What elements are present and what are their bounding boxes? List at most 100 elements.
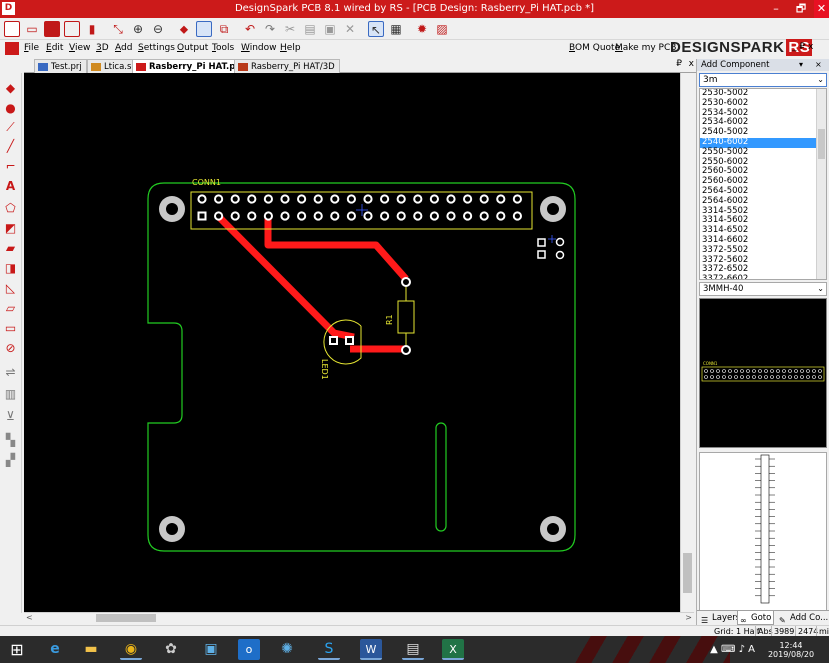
preview-pin: [716, 375, 720, 379]
properties-icon[interactable]: ▦: [388, 21, 404, 37]
add-keepout-icon[interactable]: ⊘: [3, 341, 18, 356]
zoom-fit-icon[interactable]: ⤡: [110, 21, 126, 37]
windows-start-icon[interactable]: ⊞: [6, 639, 28, 660]
add-pad-icon[interactable]: ◨: [3, 261, 18, 276]
panel-close-icon[interactable]: ×: [815, 59, 822, 71]
component-list-scrollbar[interactable]: [816, 89, 826, 279]
tab-layers[interactable]: ☰ Layers: [699, 611, 742, 625]
minimize-button[interactable]: –: [763, 0, 789, 18]
menu-settings[interactable]: Settings: [138, 43, 175, 53]
skype-icon[interactable]: S: [318, 639, 340, 660]
menu-view[interactable]: View: [69, 43, 90, 53]
add-template-icon[interactable]: ▱: [3, 301, 18, 316]
component-search-input[interactable]: 3m ⌄: [699, 73, 827, 87]
add-rectangle-icon[interactable]: ◩: [3, 221, 18, 236]
zoom-in-icon[interactable]: ⊕: [130, 21, 146, 37]
close-file-icon[interactable]: [64, 21, 80, 37]
component-list[interactable]: 2530-5002 2530-6002 2534-5002 2534-6002 2540…: [699, 88, 827, 280]
add-slot-icon[interactable]: ▭: [3, 321, 18, 336]
add-text-icon[interactable]: A: [3, 179, 18, 194]
preview-pin: [704, 375, 708, 379]
add-dimension-icon[interactable]: ⇌: [3, 365, 18, 380]
select-icon[interactable]: ↖: [368, 21, 384, 37]
menu-output[interactable]: Output: [177, 43, 208, 53]
save-icon[interactable]: [44, 21, 60, 37]
tray-icons[interactable]: ▲ ⌨ ♪ A: [710, 644, 755, 655]
outlook-icon[interactable]: o: [238, 639, 260, 660]
add-connection-icon[interactable]: ⌐: [3, 159, 18, 174]
paste-icon[interactable]: ▤: [302, 21, 318, 37]
make-my-pcb-link[interactable]: Make my PCB: [615, 43, 676, 53]
internet-explorer-icon[interactable]: e: [44, 639, 66, 660]
file-explorer-icon[interactable]: ▬: [80, 639, 102, 660]
tab-goto[interactable]: ∞ Goto: [737, 611, 775, 625]
redo-icon[interactable]: ↷: [262, 21, 278, 37]
new-file-icon[interactable]: [4, 21, 20, 37]
canvas-vertical-scrollbar[interactable]: [680, 73, 694, 613]
select-tool-icon[interactable]: ◆: [3, 81, 18, 96]
add-symbol-icon[interactable]: ▞: [3, 453, 18, 468]
clock-time[interactable]: 12:44: [761, 641, 821, 650]
menu-help[interactable]: Help: [280, 43, 301, 53]
scroll-left-icon[interactable]: <: [26, 613, 33, 622]
zoom-out-icon[interactable]: ⊖: [150, 21, 166, 37]
add-area-icon[interactable]: ◺: [3, 281, 18, 296]
print-icon[interactable]: ▮: [84, 21, 100, 37]
header-pin: [429, 211, 439, 221]
add-copper-icon[interactable]: ▰: [3, 241, 18, 256]
document-icon[interactable]: [5, 42, 19, 55]
menu-tools[interactable]: Tools: [212, 43, 234, 53]
menu-add[interactable]: Add: [115, 43, 132, 53]
add-drill-icon[interactable]: ⊻: [3, 409, 18, 424]
close-button[interactable]: ✕: [814, 0, 829, 18]
menu-edit[interactable]: Edit: [46, 43, 63, 53]
search-dropdown-icon[interactable]: ⌄: [817, 74, 824, 86]
clock-date[interactable]: 2019/08/20: [761, 650, 821, 659]
add-line-icon[interactable]: ╱: [3, 139, 18, 154]
maximize-button[interactable]: 🗗: [788, 0, 814, 18]
menu-3d[interactable]: 3D: [96, 43, 109, 53]
panel-dropdown-icon[interactable]: ▾: [799, 59, 803, 71]
paint-icon[interactable]: ✿: [160, 639, 182, 660]
settings-app-icon[interactable]: ✺: [276, 639, 298, 660]
bom-quote-link[interactable]: BOM Quote: [569, 43, 620, 53]
tab-add-component[interactable]: ✎ Add Co...: [777, 611, 829, 625]
chrome-icon[interactable]: ◉: [120, 639, 142, 660]
tab-rasberry-pi-hat-3d[interactable]: Rasberry_Pi HAT/3D: [234, 59, 340, 73]
undo-icon[interactable]: ↶: [242, 21, 258, 37]
word-icon[interactable]: W: [360, 639, 382, 660]
delete-icon[interactable]: ✕: [342, 21, 358, 37]
mdi-window-controls[interactable]: _ ₽ x: [792, 42, 813, 52]
settings-gear-icon[interactable]: ✹: [414, 21, 430, 37]
excel-icon[interactable]: X: [442, 639, 464, 660]
preview-pin: [800, 369, 804, 373]
notes-app-icon[interactable]: ▤: [402, 639, 424, 660]
menu-window[interactable]: Window: [241, 43, 277, 53]
add-shape-icon[interactable]: ⬠: [3, 201, 18, 216]
canvas-horizontal-scrollbar[interactable]: < >: [24, 612, 694, 623]
add-track-icon[interactable]: ⟋: [3, 120, 18, 135]
scroll-right-icon[interactable]: >: [685, 613, 692, 622]
design-rules-icon[interactable]: ▨: [434, 21, 450, 37]
grid-icon[interactable]: [196, 21, 212, 37]
close-tab-icon[interactable]: x: [689, 59, 694, 69]
tab-test-prj[interactable]: Test.prj: [34, 59, 87, 73]
photos-icon[interactable]: ▣: [200, 639, 222, 660]
pin-icon[interactable]: ₽: [676, 59, 682, 69]
menu-file[interactable]: File: [24, 43, 39, 53]
add-via-icon[interactable]: ●: [3, 101, 18, 116]
paste-special-icon[interactable]: ▣: [322, 21, 338, 37]
library-dropdown-icon[interactable]: ⌄: [817, 283, 824, 295]
add-board-icon[interactable]: ▥: [3, 387, 18, 402]
pcb-design-canvas[interactable]: CONN1 R1 LED1: [24, 73, 680, 613]
add-component-icon[interactable]: ▚: [3, 433, 18, 448]
hscroll-thumb[interactable]: [96, 614, 156, 622]
cut-icon[interactable]: ✂: [282, 21, 298, 37]
component-list-item[interactable]: 3372-6602: [700, 274, 826, 279]
pan-icon[interactable]: ⬥: [176, 21, 192, 37]
copy-icon[interactable]: ⧉: [216, 21, 232, 37]
vscroll-thumb[interactable]: [683, 553, 692, 593]
header-pin: [479, 211, 489, 221]
library-select[interactable]: 3MMH-40 ⌄: [699, 282, 827, 296]
open-folder-icon[interactable]: ▭: [24, 21, 40, 37]
